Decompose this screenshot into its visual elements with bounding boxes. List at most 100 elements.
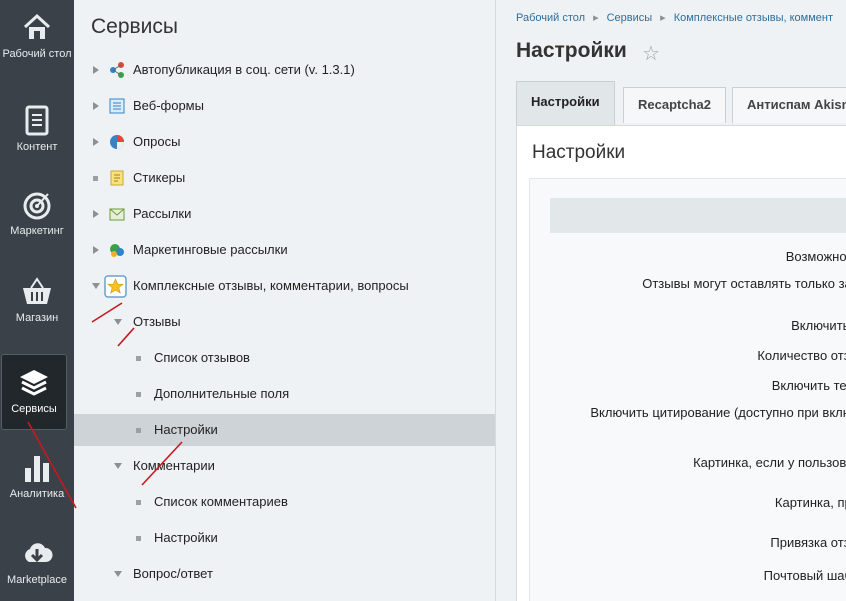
settings-panel: Настройки Возможност Отзывы могут оставл… — [516, 125, 846, 601]
tab-recaptcha2[interactable]: Recaptcha2 — [623, 87, 726, 123]
left-navigation: Рабочий стол Контент Маркетинг Магазин С… — [0, 0, 74, 601]
nav-desktop[interactable]: Рабочий стол — [0, 12, 74, 61]
menu-item-label: Список комментариев — [154, 494, 288, 509]
menu-item-autopublish[interactable]: Автопубликация в соц. сети (v. 1.3.1) — [74, 54, 495, 86]
menu-item-label: Рассылки — [133, 206, 192, 221]
nav-analytics[interactable]: Аналитика — [0, 452, 74, 501]
menu-item-label: Отзывы — [133, 314, 181, 329]
setting-label: Включить текс — [771, 378, 846, 393]
nav-shop[interactable]: Магазин — [0, 276, 74, 325]
bullet-icon — [136, 536, 141, 541]
menu-item-label: Настройки — [154, 422, 218, 437]
panel-title: Настройки — [532, 142, 626, 163]
menu-item-mailings[interactable]: Рассылки — [74, 198, 495, 230]
page-title: Настройки — [516, 39, 627, 62]
nav-content-label: Контент — [16, 141, 58, 153]
breadcrumb-separator-icon: ▸ — [593, 12, 599, 24]
basket-icon — [23, 277, 51, 304]
nav-desktop-label: Рабочий стол — [2, 48, 72, 60]
share-network-icon — [110, 62, 124, 78]
nav-marketing-label: Маркетинг — [10, 225, 64, 237]
expand-arrow-icon[interactable] — [93, 66, 99, 74]
setting-label: Количество отзы — [757, 348, 846, 363]
tab-settings[interactable]: Настройки — [516, 81, 615, 125]
menu-item-label: Вопрос/ответ — [133, 566, 213, 581]
menu-item-comments[interactable]: Комментарии — [74, 450, 495, 482]
nav-marketplace-label: Marketplace — [7, 574, 67, 586]
breadcrumb-link-complex-reviews[interactable]: Комплексные отзывы, коммент — [674, 12, 833, 24]
setting-label: Включить цитирование (доступно при включ — [590, 405, 846, 420]
menu-item-complex-reviews[interactable]: Комплексные отзывы, комментарии, вопросы — [74, 270, 495, 302]
star-badge-icon — [104, 275, 127, 298]
layers-icon — [20, 370, 48, 396]
tab-antispam-akismet[interactable]: Антиспам Akism — [732, 87, 846, 123]
sticker-note-icon — [110, 170, 124, 186]
expand-arrow-icon[interactable] — [93, 246, 99, 254]
bullet-icon — [136, 500, 141, 505]
pie-chart-icon — [110, 135, 124, 149]
document-icon — [25, 105, 49, 136]
menu-item-qa[interactable]: Вопрос/ответ — [74, 558, 495, 590]
setting-label: Возможност — [785, 249, 846, 264]
menu-item-label: Автопубликация в соц. сети (v. 1.3.1) — [133, 62, 355, 77]
breadcrumb-link-services[interactable]: Сервисы — [607, 12, 653, 24]
menu-item-reviews[interactable]: Отзывы — [74, 306, 495, 338]
bullet-icon — [136, 428, 141, 433]
menu-item-reviews-settings[interactable]: Настройки — [74, 414, 495, 446]
menu-title: Сервисы — [91, 15, 179, 38]
menu-item-label: Список отзывов — [154, 350, 250, 365]
expand-arrow-icon[interactable] — [93, 102, 99, 110]
menu-item-label: Опросы — [133, 134, 181, 149]
breadcrumb: Рабочий стол ▸ Сервисы ▸ Комплексные отзывы,… — [516, 11, 833, 24]
collapse-arrow-icon[interactable] — [114, 463, 122, 469]
expand-arrow-icon[interactable] — [93, 138, 99, 146]
bullet-icon — [136, 356, 141, 361]
nav-shop-label: Магазин — [15, 312, 59, 324]
setting-label: Картинка, при — [774, 495, 846, 510]
settings-form: Возможност Отзывы могут оставлять только… — [529, 178, 846, 601]
setting-label: Включить з — [791, 318, 846, 333]
breadcrumb-separator-icon: ▸ — [660, 12, 666, 24]
cloud-download-icon — [25, 543, 53, 563]
setting-label: Картинка, если у пользоват — [693, 455, 846, 470]
menu-item-extra-fields[interactable]: Дополнительные поля — [74, 378, 495, 410]
bar-chart-icon — [25, 456, 49, 482]
menu-item-polls[interactable]: Опросы — [74, 126, 495, 158]
target-icon — [23, 192, 51, 220]
bullet-icon — [93, 176, 98, 181]
collapse-arrow-icon[interactable] — [92, 283, 100, 289]
menu-item-webforms[interactable]: Веб-формы — [74, 90, 495, 122]
main-content: Рабочий стол ▸ Сервисы ▸ Комплексные отзывы,… — [496, 0, 846, 601]
marketing-mail-icon — [110, 244, 124, 257]
setting-label: Почтовый шабл — [763, 568, 846, 583]
nav-services[interactable]: Сервисы — [1, 354, 67, 430]
menu-item-label: Дополнительные поля — [154, 386, 290, 401]
favorite-star-icon[interactable]: ☆ — [642, 41, 660, 66]
bullet-icon — [136, 392, 141, 397]
setting-label: Отзывы могут оставлять только зар — [642, 276, 846, 291]
nav-analytics-label: Аналитика — [9, 488, 65, 500]
nav-marketplace[interactable]: Marketplace — [0, 538, 74, 587]
home-icon — [23, 13, 51, 39]
services-menu: Сервисы Автопубликация в соц. сети (v. 1… — [74, 0, 496, 601]
menu-item-comments-list[interactable]: Список комментариев — [74, 486, 495, 518]
menu-item-label: Комментарии — [133, 458, 215, 473]
menu-item-marketing-mailings[interactable]: Маркетинговые рассылки — [74, 234, 495, 266]
menu-item-stickers[interactable]: Стикеры — [74, 162, 495, 194]
form-icon — [109, 98, 125, 114]
menu-item-reviews-list[interactable]: Список отзывов — [74, 342, 495, 374]
setting-label: Привязка отзы — [770, 535, 846, 550]
menu-item-comments-settings[interactable]: Настройки — [74, 522, 495, 554]
nav-marketing[interactable]: Маркетинг — [0, 189, 74, 238]
menu-item-label: Настройки — [154, 530, 218, 545]
menu-item-label: Маркетинговые рассылки — [133, 242, 288, 257]
menu-item-label: Веб-формы — [133, 98, 204, 113]
collapse-arrow-icon[interactable] — [114, 571, 122, 577]
section-header — [550, 198, 846, 233]
expand-arrow-icon[interactable] — [93, 210, 99, 218]
breadcrumb-link-desktop[interactable]: Рабочий стол — [516, 12, 585, 24]
envelope-icon — [109, 208, 125, 221]
collapse-arrow-icon[interactable] — [114, 319, 122, 325]
nav-services-label: Сервисы — [11, 403, 57, 415]
nav-content[interactable]: Контент — [0, 105, 74, 154]
